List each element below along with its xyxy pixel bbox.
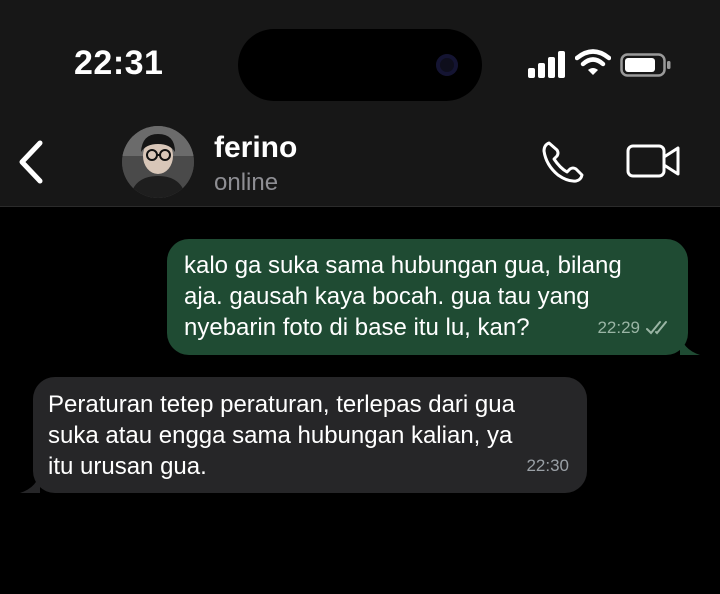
camera-icon	[436, 54, 458, 76]
contact-status: online	[214, 169, 279, 196]
status-time: 22:31	[74, 44, 164, 82]
message-text: Peraturan tetep peraturan, terlepas dari…	[48, 391, 515, 480]
message-time: 22:29	[597, 318, 640, 337]
battery-icon	[620, 53, 671, 77]
message-time: 22:30	[526, 456, 569, 475]
outgoing-message[interactable]: kalo ga suka sama hubungan gua, bilang a…	[167, 239, 700, 355]
phone-icon[interactable]	[540, 139, 586, 185]
message-meta: 22:30	[526, 450, 569, 481]
double-check-icon	[646, 320, 667, 334]
chevron-left-icon[interactable]	[16, 140, 46, 184]
incoming-message[interactable]: Peraturan tetep peraturan, terlepas dari…	[20, 377, 587, 493]
message-meta: 22:29	[597, 312, 672, 343]
message-text: kalo ga suka sama hubungan gua, bilang a…	[184, 252, 622, 341]
contact-name[interactable]: ferino	[214, 131, 297, 165]
signal-icon	[528, 48, 568, 78]
top-bar: 22:31 ferino online	[0, 0, 720, 207]
dynamic-island	[238, 29, 482, 101]
avatar[interactable]	[122, 126, 194, 198]
bubble-tail	[680, 333, 700, 355]
video-camera-icon[interactable]	[626, 143, 682, 179]
wifi-icon	[575, 49, 611, 75]
bubble-tail	[20, 471, 40, 493]
avatar-photo	[122, 126, 194, 198]
